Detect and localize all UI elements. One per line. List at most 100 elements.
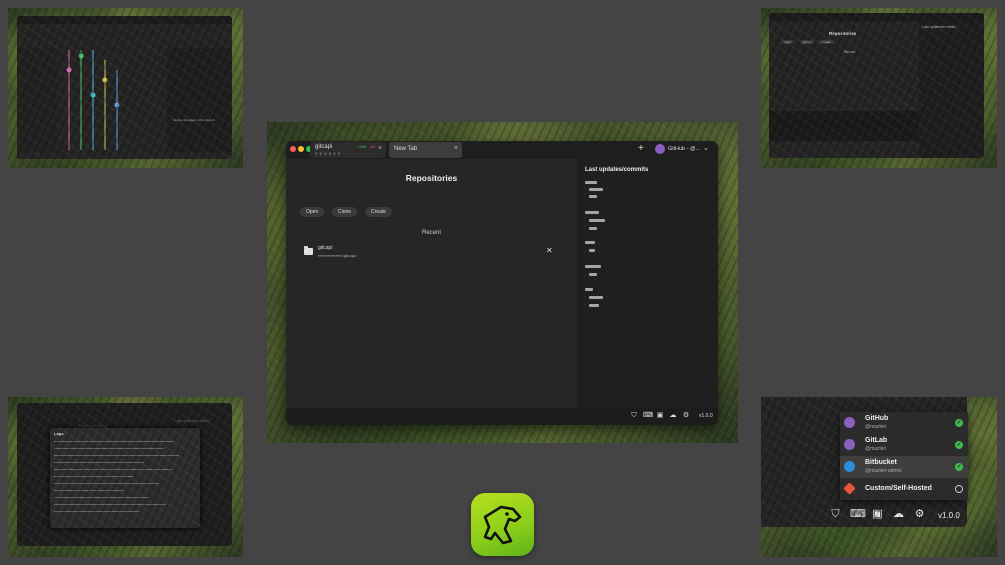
- check-circle-icon: ✓: [955, 463, 963, 471]
- thumb-updates-title: Last updates/commits: [922, 25, 957, 29]
- menu-item-bitbucket[interactable]: Bitbucket @mazleri-admin ✓: [840, 456, 968, 478]
- repo-path: ▪▪▪▪▪▪▪▪▪▪▪▪▪▪▪/gitcapi: [318, 253, 357, 258]
- thumb-repo-title: Repositories: [79, 424, 107, 430]
- thumbnail-repositories[interactable]: Last updates/commits Repositories Open C…: [761, 8, 997, 168]
- redacted-update: [585, 181, 597, 184]
- version-label: v1.0.0: [938, 511, 960, 520]
- briefcase-icon[interactable]: ⛉: [630, 412, 638, 420]
- additions-count: +386: [357, 144, 367, 149]
- thumb-log-title: Logs: [54, 431, 64, 436]
- thumbnail-window: No files changed in this commit: [17, 16, 232, 159]
- tab-close-icon[interactable]: ×: [454, 145, 458, 153]
- recent-heading: Recent: [421, 230, 441, 236]
- new-tab-button[interactable]: +: [638, 143, 644, 155]
- gitlab-icon: [844, 439, 855, 450]
- thumb-log-modal: Logs: [50, 428, 200, 528]
- cloud-icon[interactable]: ☁: [669, 412, 677, 420]
- terminal-icon[interactable]: ▣: [871, 509, 884, 520]
- graph-node: [78, 53, 84, 59]
- redacted-update: [589, 188, 603, 191]
- thumb-right-pane: Last updates/commits: [919, 21, 984, 158]
- gear-icon[interactable]: ⚙: [682, 412, 690, 420]
- github-octocat-icon: [844, 417, 855, 428]
- open-button[interactable]: Open: [300, 207, 325, 217]
- tab-new-tab[interactable]: New Tab ×: [389, 142, 462, 158]
- log-line: [54, 441, 174, 442]
- log-line: [54, 483, 159, 484]
- thumb-titlebar: [17, 16, 232, 24]
- log-line: [54, 455, 179, 456]
- graph-node: [66, 67, 72, 73]
- provider-name: Bitbucket: [865, 459, 897, 466]
- graph-node: [90, 92, 96, 98]
- version-label: v1.0.0: [699, 413, 713, 419]
- status-bar: ⛉ ⌨ ▣ ☁ ⚙ v1.0.0: [286, 408, 718, 425]
- status-bar: ⛉ ⌨ ▣ ☁ ⚙ v1.0.0: [761, 500, 967, 527]
- menu-item-custom-self-hosted[interactable]: Custom/Self-Hosted: [840, 478, 968, 500]
- graph-node: [102, 77, 108, 83]
- page-title: Repositories: [405, 173, 458, 183]
- close-window-button[interactable]: [290, 146, 296, 152]
- empty-circle-icon: [955, 485, 963, 493]
- tab-gitcapi[interactable]: gitcapi ⚲ ⚲ ⚲ ⚲ ⚲ ⚲ +386 -26 ×: [310, 142, 386, 158]
- redacted-update: [589, 273, 597, 276]
- thumb-btn-clone: Clone: [800, 40, 814, 44]
- thumb-terminal: [769, 111, 919, 141]
- main-screenshot-frame: gitcapi ⚲ ⚲ ⚲ ⚲ ⚲ ⚲ +386 -26 × New Tab ×…: [267, 122, 738, 443]
- popup-window: GitHub @mazleri ✓ GitLab @mazleri ✓ Bitb…: [761, 397, 968, 527]
- thumb-repo-title: Repositories: [829, 31, 857, 36]
- keyboard-icon[interactable]: ⌨: [850, 509, 866, 520]
- github-octocat-icon: [655, 144, 665, 154]
- tab-close-icon[interactable]: ×: [378, 145, 382, 153]
- menu-item-github[interactable]: GitHub @mazleri ✓: [840, 412, 968, 434]
- menu-item-gitlab[interactable]: GitLab @mazleri ✓: [840, 434, 968, 456]
- provider-name: GitLab: [865, 437, 888, 444]
- log-line: [54, 497, 149, 498]
- redacted-update: [589, 296, 603, 299]
- account-menu: GitHub @mazleri ✓ GitLab @mazleri ✓ Bitb…: [840, 412, 968, 500]
- thumb-updates-title: Last updates/commits: [175, 419, 210, 423]
- recent-repo-item[interactable]: gitcapi ▪▪▪▪▪▪▪▪▪▪▪▪▪▪▪/gitcapi ✕: [304, 244, 554, 262]
- thumbnail-window: Last updates/commits Repositories Open C…: [769, 13, 984, 158]
- thumb-titlebar: [769, 13, 984, 21]
- minimize-window-button[interactable]: [298, 146, 304, 152]
- thumb-no-changes: No files changed in this commit: [173, 118, 215, 122]
- redacted-update: [589, 304, 599, 307]
- thumb-recent: Recent: [844, 50, 856, 54]
- log-line: [54, 511, 139, 512]
- app-window: gitcapi ⚲ ⚲ ⚲ ⚲ ⚲ ⚲ +386 -26 × New Tab ×…: [286, 141, 718, 425]
- bitbucket-icon: [844, 461, 855, 472]
- deletions-count: -26: [369, 144, 375, 149]
- tab-title: gitcapi: [315, 144, 333, 150]
- thumbnail-window: Repositories Last updates/commits Logs: [17, 403, 232, 546]
- thumbnail-logs[interactable]: Repositories Last updates/commits Logs: [8, 397, 243, 557]
- redacted-update: [585, 265, 601, 268]
- briefcase-icon[interactable]: ⛉: [829, 509, 842, 520]
- tab-title: New Tab: [394, 146, 418, 152]
- log-line: [54, 490, 124, 491]
- provider-user: @mazleri: [865, 446, 887, 452]
- repositories-pane: Repositories Open Clone Create Recent gi…: [286, 159, 577, 408]
- terminal-icon[interactable]: ▣: [656, 412, 664, 420]
- cloud-icon[interactable]: ☁: [892, 509, 905, 520]
- clone-button[interactable]: Clone: [332, 207, 358, 217]
- redacted-update: [589, 249, 595, 252]
- updates-pane: Last updates/commits: [577, 159, 718, 408]
- keyboard-icon[interactable]: ⌨: [643, 412, 653, 420]
- create-button[interactable]: Create: [365, 207, 393, 217]
- redacted-update: [589, 219, 605, 222]
- remove-recent-icon[interactable]: ✕: [546, 246, 553, 255]
- check-circle-icon: ✓: [955, 441, 963, 449]
- provider-user: @mazleri-admin: [865, 468, 902, 474]
- redacted-update: [585, 288, 593, 291]
- account-label: GitHub - @...: [668, 146, 701, 152]
- thumb-sidebar: [17, 48, 57, 152]
- gear-icon[interactable]: ⚙: [913, 509, 926, 520]
- provider-user: @mazleri: [865, 424, 887, 430]
- graph-node: [114, 102, 120, 108]
- redacted-update: [589, 195, 597, 198]
- log-line: [54, 448, 164, 449]
- thumbnail-commit-graph[interactable]: No files changed in this commit: [8, 8, 243, 168]
- log-line: [54, 462, 144, 463]
- log-line: [54, 469, 172, 470]
